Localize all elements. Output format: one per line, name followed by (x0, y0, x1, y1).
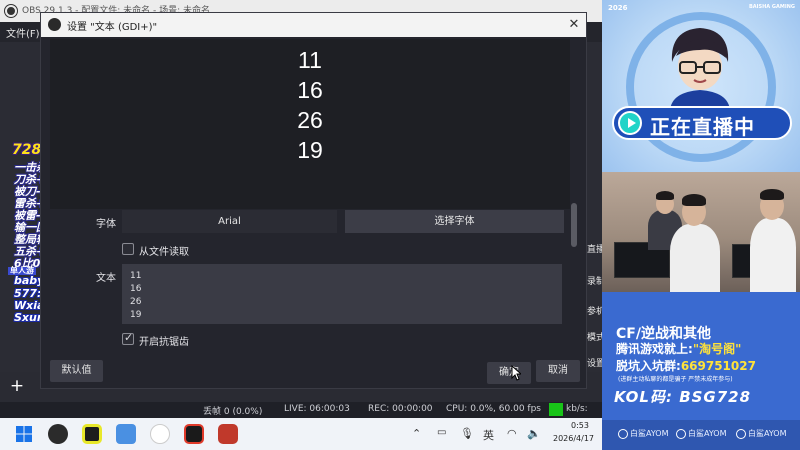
obs-statusbar: 丢帧 0 (0.0%) LIVE: 06:00:03 REC: 00:00:00… (0, 402, 602, 418)
text-input[interactable]: 11 16 26 19 (122, 264, 562, 324)
font-name-display: Arial (122, 210, 337, 233)
obs-logo-icon (48, 18, 61, 31)
overlay-player-name: 577: (14, 287, 42, 300)
app-taskbar-icon[interactable] (82, 424, 102, 444)
microphone-icon[interactable]: 🎙 (460, 427, 474, 440)
read-from-file-checkbox[interactable] (122, 243, 134, 255)
read-from-file-label: 从文件读取 (139, 247, 189, 258)
kuaishou-icon (676, 428, 686, 439)
webcam-person-hair (656, 191, 674, 200)
dialog-titlebar: 设置 "文本 (GDI+)" ✕ (41, 13, 586, 37)
weibo-icon (736, 428, 746, 439)
douyin-icon (618, 428, 628, 439)
social-item: 白鲨AYOM (618, 428, 669, 439)
status-cpu: CPU: 0.0%, 60.00 fps (446, 404, 541, 414)
windows-start-icon[interactable] (14, 424, 34, 444)
ok-button[interactable]: 确定 (487, 362, 531, 384)
crossfire-taskbar-icon[interactable] (218, 424, 238, 444)
live-status-text: 正在直播中 (650, 115, 755, 139)
preview-text-line: 11 (298, 47, 322, 73)
text-label: 文本 (96, 273, 116, 284)
status-live-time: LIVE: 06:00:03 (284, 404, 350, 414)
social-handle: 白鲨AYOM (688, 429, 727, 438)
cancel-button[interactable]: 取消 (536, 360, 580, 382)
control-studio-mode[interactable]: 模式 (587, 330, 602, 343)
text-input-line: 11 (130, 271, 142, 281)
badge-team-logo: BAISHA GAMING (748, 4, 795, 10)
control-start-streaming[interactable]: 直播 (587, 242, 602, 255)
mouse-cursor-icon (511, 365, 521, 381)
chevron-up-icon[interactable]: ⌃ (412, 427, 421, 440)
social-bar: 白鲨AYOM 白鲨AYOM 白鲨AYOM (602, 420, 800, 450)
streamer-badge: 2026 BAISHA GAMING 正在直播中 (602, 0, 800, 172)
promo-group-number: 669751027 (680, 359, 756, 373)
play-icon (618, 111, 642, 135)
select-font-button[interactable]: 选择字体 (345, 210, 564, 233)
preview-text-line: 16 (297, 77, 323, 103)
close-icon[interactable]: ✕ (562, 13, 586, 37)
stream-overlay-panel: 2026 BAISHA GAMING 正在直播中 CF/逆战和其他 腾讯游戏就上… (602, 0, 800, 450)
webcam-person (670, 224, 720, 292)
windows-taskbar: ⌃ ▭ 🎙 英 ◠ 🔈 0:53 2026/4/17 (0, 418, 602, 450)
text-input-line: 16 (130, 284, 142, 294)
promo-note: (进群主动私聊的都是骗子 严禁未成年参与) (618, 376, 733, 383)
live-status-banner: 正在直播中 (612, 106, 792, 140)
promo-highlight: "淘号阁" (692, 342, 742, 356)
add-source-button[interactable]: + (8, 376, 26, 396)
game-launcher-taskbar-icon[interactable] (184, 424, 204, 444)
control-start-recording[interactable]: 录制 (587, 274, 602, 287)
obs-taskbar-icon[interactable] (48, 424, 68, 444)
control-settings[interactable]: 设置 (587, 356, 602, 369)
social-item: 白鲨AYOM (676, 428, 727, 439)
text-source-properties-dialog: 设置 "文本 (GDI+)" ✕ 11 16 26 19 字体 Arial 选择… (40, 12, 587, 389)
antialias-label: 开启抗锯齿 (139, 337, 189, 348)
menu-file[interactable]: 文件(F) (6, 25, 40, 40)
dialog-title: 设置 "文本 (GDI+)" (67, 22, 158, 33)
status-bitrate: kb/s: (566, 404, 588, 414)
network-icon[interactable]: ▭ (437, 427, 446, 438)
promo-line: 脱坑入坑群:669751027 (616, 357, 756, 374)
webcam-person-hair (682, 194, 706, 206)
text-preview: 11 16 26 19 (50, 39, 570, 209)
promo-panel: CF/逆战和其他 腾讯游戏就上:"淘号阁" 脱坑入坑群:669751027 (进… (602, 292, 800, 420)
notepad-taskbar-icon[interactable] (116, 424, 136, 444)
badge-year: 2026 (608, 4, 628, 12)
control-virtual-camera[interactable]: 参机 (587, 304, 602, 317)
wifi-icon[interactable]: ◠ (507, 427, 517, 440)
stream-health-indicator (549, 403, 563, 416)
webcam-feed (602, 172, 800, 292)
text-input-line: 26 (130, 297, 142, 307)
qq-taskbar-icon[interactable] (150, 424, 170, 444)
volume-icon[interactable]: 🔈 (527, 427, 541, 440)
social-item: 白鲨AYOM (736, 428, 787, 439)
dialog-scrollbar[interactable] (571, 203, 577, 247)
status-rec-time: REC: 00:00:00 (368, 404, 433, 414)
preview-text-line: 19 (297, 137, 323, 163)
promo-text: 脱坑入坑群: (616, 359, 681, 373)
webcam-person (750, 218, 796, 292)
obs-controls-panel (585, 42, 602, 372)
promo-line: 腾讯游戏就上:"淘号阁" (616, 340, 741, 357)
kol-code: KOL码: BSG728 (614, 388, 752, 406)
status-dropped-frames: 丢帧 0 (0.0%) (203, 407, 263, 417)
defaults-button[interactable]: 默认值 (50, 360, 103, 382)
ime-indicator[interactable]: 英 (483, 427, 494, 443)
antialias-checkbox[interactable] (122, 331, 134, 345)
obs-logo-icon (5, 5, 17, 17)
preview-text-line: 26 (297, 107, 323, 133)
text-input-line: 19 (130, 310, 142, 320)
clock-date[interactable]: 2026/4/17 (553, 434, 594, 443)
webcam-person-hair (760, 189, 784, 200)
streamer-avatar (670, 28, 730, 110)
social-handle: 白鲨AYOM (630, 429, 669, 438)
social-handle: 白鲨AYOM (748, 429, 787, 438)
promo-text: 腾讯游戏就上: (616, 342, 693, 356)
clock-time[interactable]: 0:53 (571, 421, 589, 430)
font-label: 字体 (96, 219, 116, 230)
